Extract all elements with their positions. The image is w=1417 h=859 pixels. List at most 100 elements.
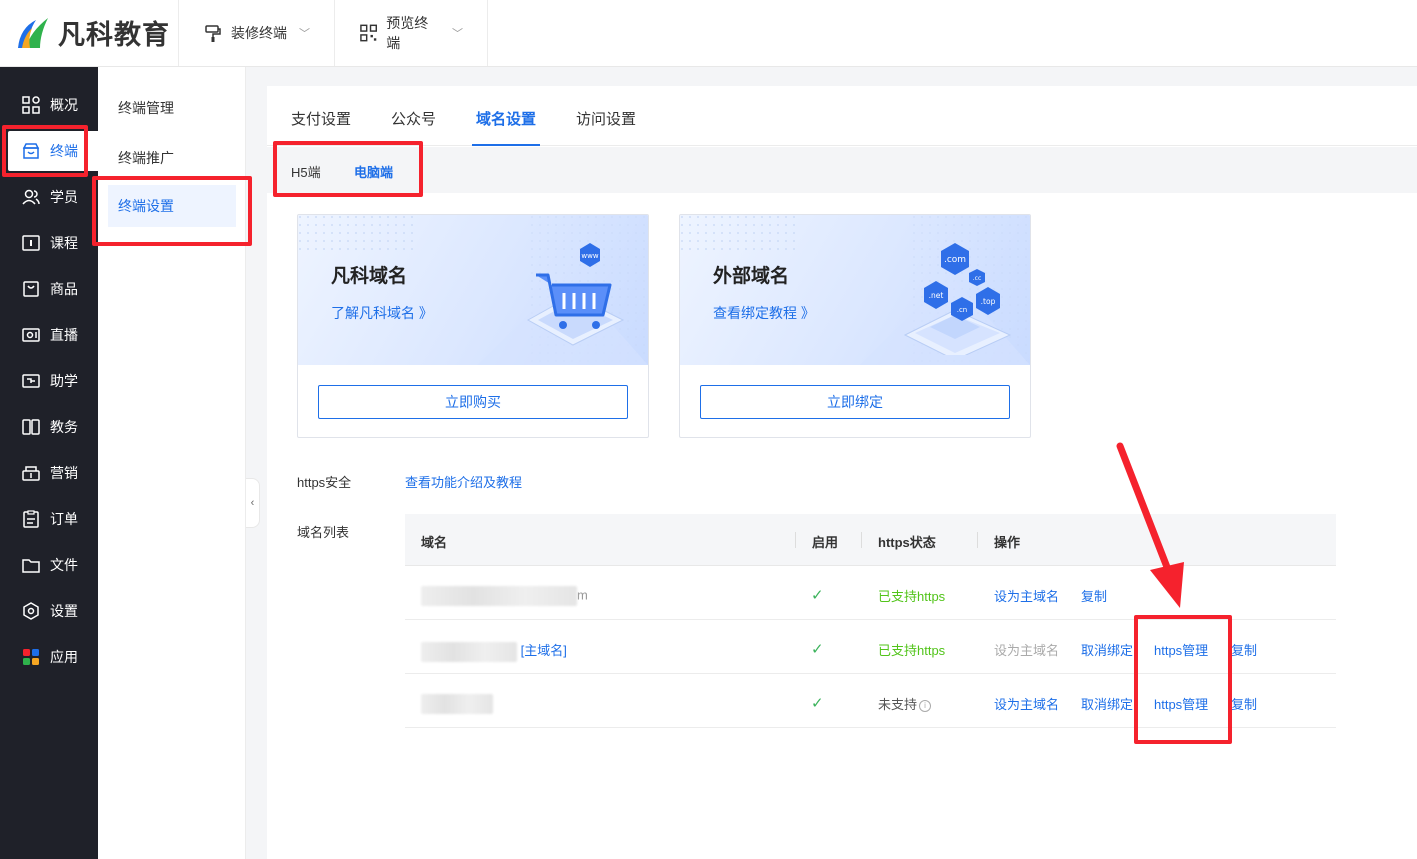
highlight-box-terminal-settings: [92, 176, 252, 246]
settings-icon: [23, 602, 39, 620]
column-separator: [861, 532, 862, 548]
info-icon[interactable]: i: [919, 699, 932, 712]
highlight-box-https-management: [1134, 615, 1232, 744]
sidebar-item-courses[interactable]: 课程: [0, 223, 98, 263]
sidebar-item-overview[interactable]: 概况: [0, 85, 98, 125]
preview-terminal-label: 预览终端: [386, 15, 429, 51]
sidebar-item-live[interactable]: 直播: [0, 315, 98, 355]
redacted-domain: [421, 694, 493, 714]
sidebar-item-label: 文件: [50, 557, 78, 573]
top-badge: .top: [981, 297, 996, 306]
assist-icon: [22, 374, 40, 388]
decorate-terminal-label: 装修终端: [231, 25, 287, 41]
com-badge: .com: [944, 255, 966, 265]
column-header-domain: 域名: [421, 535, 448, 550]
tab-domain-settings[interactable]: 域名设置: [472, 108, 541, 146]
folder-icon: [22, 559, 40, 573]
goods-icon: [23, 281, 39, 297]
apps-icon: [23, 649, 39, 665]
sidebar-item-label: 直播: [50, 327, 78, 343]
sidebar-item-label: 订单: [50, 511, 78, 527]
highlight-box-terminal: [2, 125, 88, 177]
settings-tabs: 支付设置 公众号 域名设置 访问设置: [267, 86, 1417, 146]
copy-link[interactable]: 复制: [1231, 694, 1257, 713]
cc-badge: .cc: [973, 275, 982, 282]
top-bar: 凡科教育 装修终端 ﹀ 预览终端 ﹀: [0, 0, 1417, 67]
sidebar-item-orders[interactable]: 订单: [0, 499, 98, 539]
enabled-check-icon: ✓: [811, 641, 824, 658]
collapse-sidebar-button[interactable]: ‹: [246, 478, 260, 528]
decorate-terminal-menu[interactable]: 装修终端 ﹀: [178, 0, 334, 66]
logo[interactable]: 凡科教育: [14, 12, 170, 52]
domain-cell: [421, 694, 493, 714]
sidebar-item-label: 课程: [50, 235, 78, 251]
submenu-item-terminal-management[interactable]: 终端管理: [108, 87, 236, 129]
academic-icon: [22, 419, 40, 435]
submenu-item-terminal-promotion[interactable]: 终端推广: [108, 137, 236, 179]
platform-subtabs: H5端 电脑端: [267, 147, 1417, 193]
column-header-https-status: https状态: [878, 535, 936, 550]
paint-roller-icon: [205, 25, 221, 42]
set-primary-domain-link[interactable]: 设为主域名: [994, 694, 1059, 713]
chevron-down-icon: ﹀: [299, 28, 310, 40]
sidebar-item-files[interactable]: 文件: [0, 545, 98, 585]
chevron-left-icon: ‹: [250, 497, 255, 509]
card-banner: 外部域名 查看绑定教程 》 .com .cc .net .top .cn: [680, 215, 1030, 365]
domain-extensions-icon: .com .cc .net .top .cn: [903, 243, 1012, 355]
tab-access-settings[interactable]: 访问设置: [576, 108, 636, 146]
https-status: 已支持https: [878, 589, 946, 604]
domain-cell: [主域名]: [421, 640, 567, 662]
unbind-link[interactable]: 取消绑定: [1081, 640, 1133, 659]
unbind-link[interactable]: 取消绑定: [1081, 694, 1133, 713]
sidebar-item-goods[interactable]: 商品: [0, 269, 98, 309]
sidebar-item-label: 设置: [50, 603, 78, 619]
sidebar-item-marketing[interactable]: 营销: [0, 453, 98, 493]
fanke-domain-card: 凡科域名 了解凡科域名 》 www 立即购买: [297, 214, 649, 438]
sidebar-item-label: 教务: [50, 419, 78, 435]
sidebar-item-settings[interactable]: 设置: [0, 591, 98, 631]
enabled-check-icon: ✓: [811, 587, 824, 604]
chevron-down-icon: ﹀: [452, 28, 463, 40]
column-separator: [795, 532, 796, 548]
main-sidebar: 概况 终端 学员 课程 商品 直播 助学 教务 营销 订单 文件 设置 应用: [0, 67, 98, 859]
sidebar-item-students[interactable]: 学员: [0, 177, 98, 217]
external-domain-card: 外部域名 查看绑定教程 》 .com .cc .net .top .cn 立即绑…: [679, 214, 1031, 438]
net-badge: .net: [929, 291, 944, 300]
set-primary-domain-link-disabled: 设为主域名: [994, 643, 1060, 658]
preview-terminal-menu[interactable]: 预览终端 ﹀: [334, 0, 488, 66]
sidebar-item-apps[interactable]: 应用: [0, 637, 98, 677]
primary-domain-tag: [主域名]: [520, 643, 567, 658]
https-status-cell: 未支持 i: [878, 694, 932, 713]
buy-now-button[interactable]: 立即购买: [318, 385, 628, 419]
sidebar-item-label: 概况: [50, 97, 78, 113]
logo-text: 凡科教育: [58, 19, 170, 50]
users-icon: [22, 189, 40, 205]
column-header-enabled: 启用: [812, 535, 839, 550]
set-primary-domain-link[interactable]: 设为主域名: [994, 586, 1059, 605]
course-icon: [22, 235, 40, 251]
learn-fanke-domain-link[interactable]: 了解凡科域名 》: [331, 303, 433, 323]
live-icon: [22, 328, 40, 342]
enabled-check-icon: ✓: [811, 695, 824, 712]
marketing-icon: [22, 466, 40, 481]
highlight-box-pc-tab: [273, 141, 423, 197]
sidebar-item-label: 助学: [50, 373, 78, 389]
sidebar-item-label: 学员: [50, 189, 78, 205]
redacted-domain: [421, 641, 517, 662]
column-header-actions: 操作: [994, 535, 1021, 550]
sidebar-item-academic[interactable]: 教务: [0, 407, 98, 447]
bind-now-button[interactable]: 立即绑定: [700, 385, 1010, 419]
sidebar-item-label: 应用: [50, 649, 78, 665]
view-feature-tutorial-link[interactable]: 查看功能介绍及教程: [405, 472, 522, 491]
view-binding-tutorial-link[interactable]: 查看绑定教程 》: [713, 303, 815, 323]
shopping-cart-icon: www: [526, 243, 625, 346]
domain-list-label: 域名列表: [297, 525, 350, 540]
domain-cell: m: [421, 586, 588, 606]
copy-link[interactable]: 复制: [1231, 640, 1257, 659]
cn-badge: .cn: [957, 306, 968, 314]
grid-icon: [22, 96, 40, 114]
https-security-label: https安全: [297, 475, 352, 490]
sidebar-item-label: 营销: [50, 465, 78, 481]
sidebar-item-assist[interactable]: 助学: [0, 361, 98, 401]
main-content: 支付设置 公众号 域名设置 访问设置 H5端 电脑端 凡科域名 了解凡科域名 》: [267, 86, 1417, 859]
